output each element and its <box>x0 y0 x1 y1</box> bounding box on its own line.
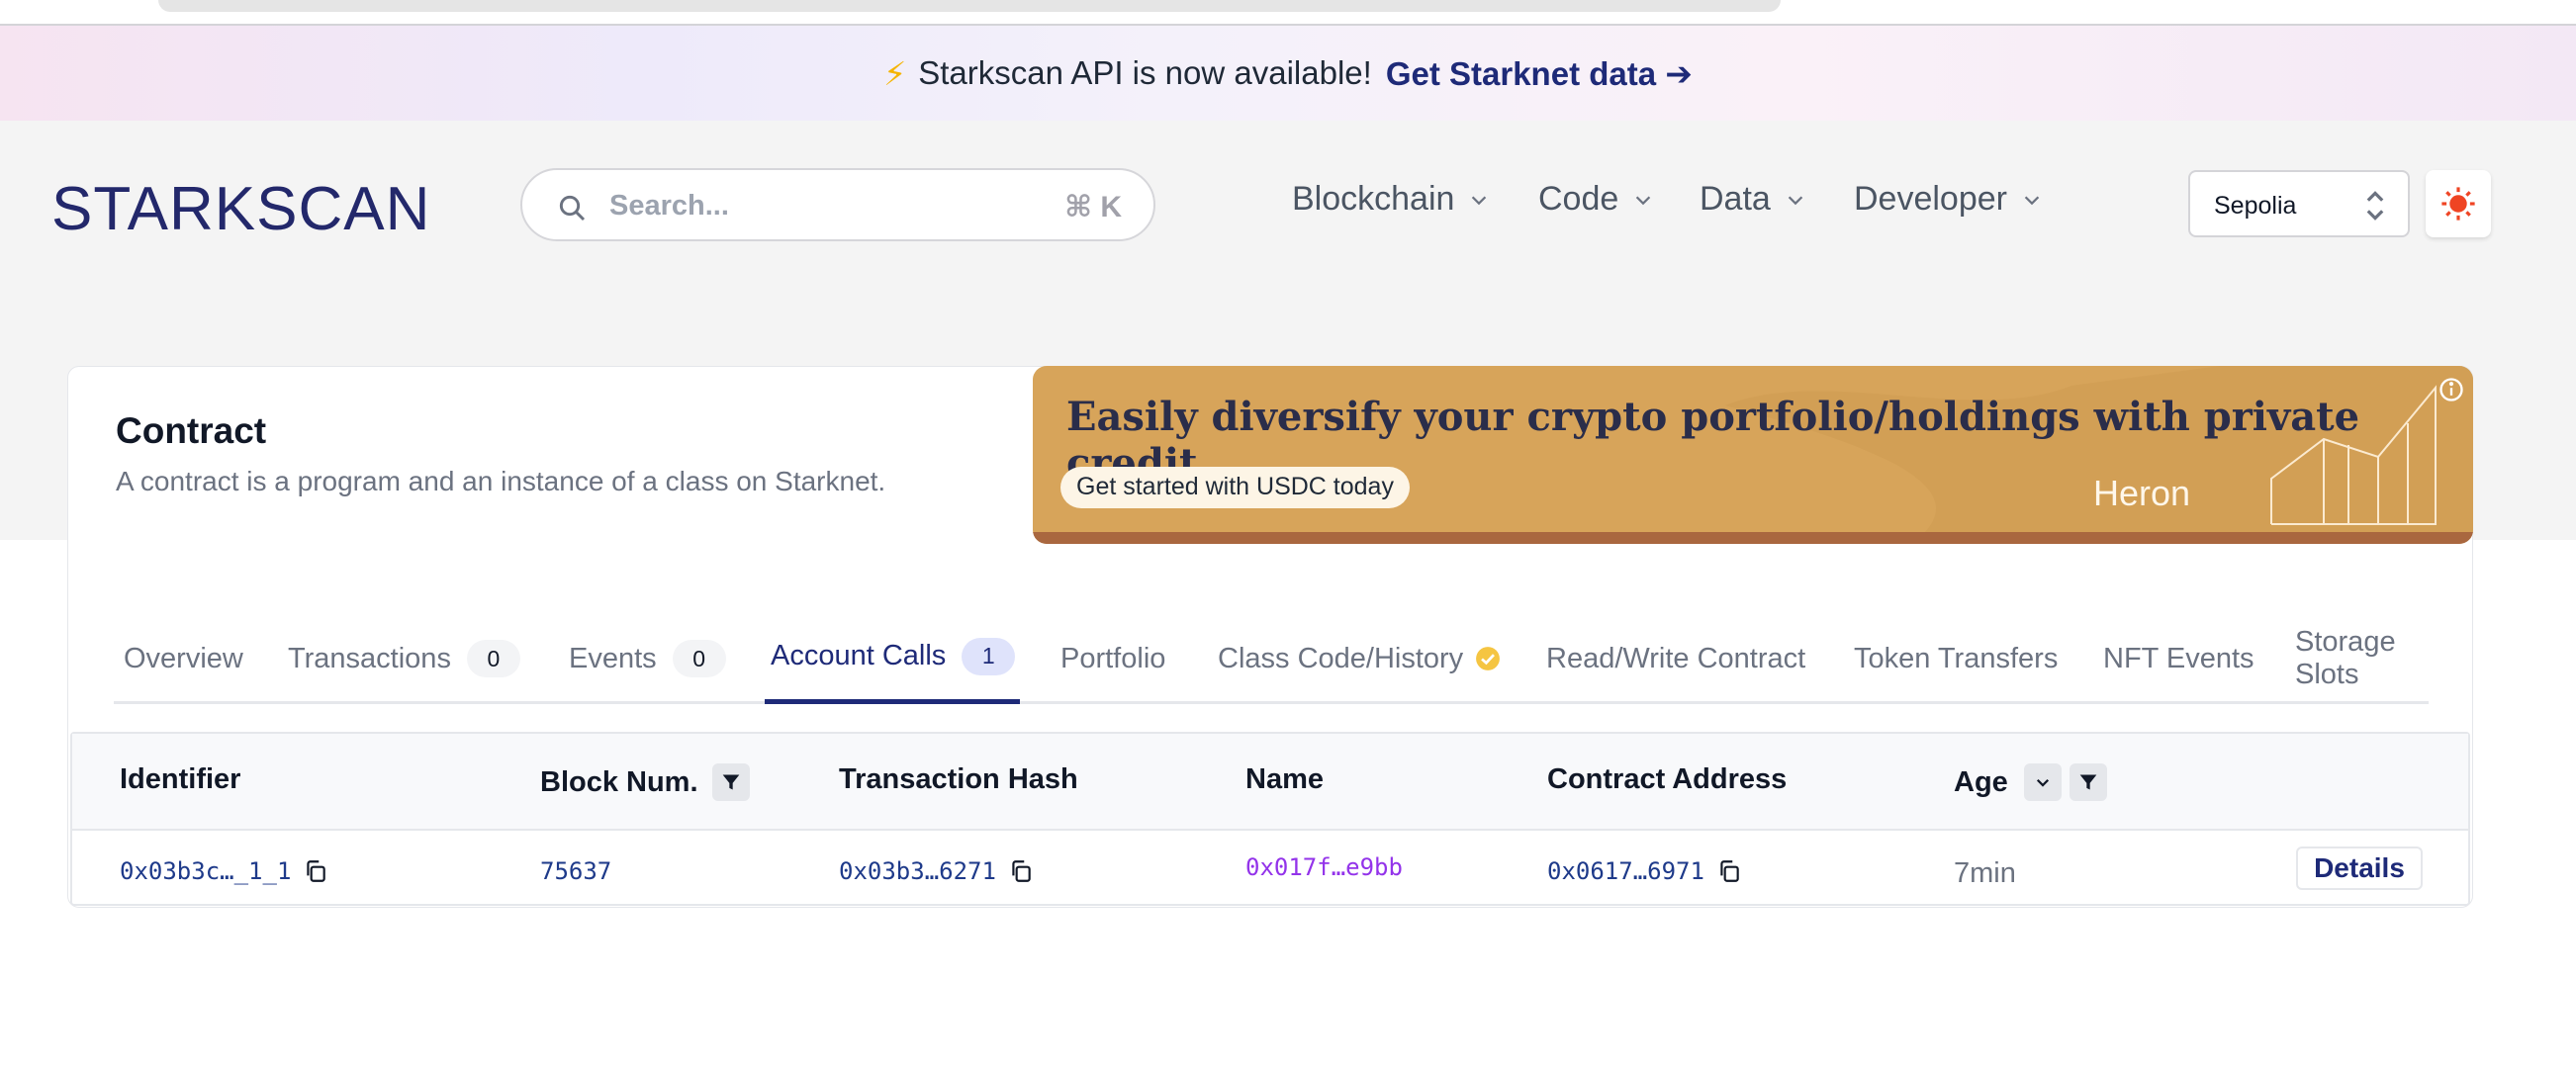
col-label: Block Num. <box>540 765 698 798</box>
copy-icon[interactable] <box>303 858 328 884</box>
tab-count-badge: 0 <box>466 640 520 677</box>
select-arrows-icon <box>2366 191 2384 221</box>
copy-icon[interactable] <box>1716 858 1742 884</box>
col-contract-address: Contract Address <box>1547 763 1787 796</box>
nav-data[interactable]: Data <box>1700 180 1806 219</box>
filter-icon <box>722 774 739 790</box>
announcement-text: Starkscan API is now available! <box>918 54 1372 91</box>
tab-label: Portfolio <box>1060 642 1166 674</box>
chevron-down-icon <box>2024 195 2040 205</box>
ad-brand: Heron <box>2093 473 2191 513</box>
page-title: Contract <box>116 410 267 451</box>
growth-chart-icon <box>2270 385 2437 525</box>
nav-code[interactable]: Code <box>1538 180 1654 219</box>
col-block-num: Block Num. <box>540 763 750 801</box>
col-label: Contract Address <box>1547 763 1788 795</box>
age-filter-button[interactable] <box>2069 763 2107 801</box>
search-shortcut: ⌘ K <box>1064 191 1122 223</box>
tab-label: Read/Write Contract <box>1546 642 1806 674</box>
nav-developer-label: Developer <box>1854 180 2007 218</box>
col-label: Identifier <box>120 763 241 795</box>
tab-portfolio[interactable]: Portfolio <box>1060 613 1165 704</box>
col-transaction-hash: Transaction Hash <box>839 763 1078 796</box>
age-value: 7min <box>1954 857 2016 889</box>
tab-label: Account Calls <box>771 640 947 671</box>
chevron-down-icon <box>2036 778 2049 787</box>
chevron-down-icon <box>1788 195 1803 205</box>
ad-cta-button[interactable]: Get started with USDC today <box>1060 467 1410 508</box>
tab-label: Transactions <box>288 642 451 674</box>
name-link[interactable]: 0x017f…e9bb <box>1245 853 1403 881</box>
announcement-banner: ⚡ Starkscan API is now available! Get St… <box>0 26 2576 121</box>
contract-address-link[interactable]: 0x0617…6971 <box>1547 857 1704 885</box>
ad-banner[interactable]: Easily diversify your crypto portfolio/h… <box>1033 366 2473 544</box>
chevron-down-icon <box>1636 195 1651 205</box>
tab-label: Token Transfers <box>1854 642 2059 674</box>
col-age: Age <box>1954 763 2107 801</box>
tab-label: Class Code/History <box>1218 642 1464 674</box>
theme-toggle-button[interactable] <box>2426 170 2491 237</box>
search-input[interactable] <box>609 184 1005 227</box>
block-link[interactable]: 75637 <box>540 857 611 885</box>
announcement-link[interactable]: Get Starknet data ➔ <box>1386 54 1693 93</box>
search-icon <box>559 195 586 222</box>
tab-count-badge: 0 <box>672 640 726 677</box>
col-label: Transaction Hash <box>839 763 1078 795</box>
col-identifier: Identifier <box>120 763 240 796</box>
contract-address-cell: 0x0617…6971 <box>1547 857 1742 885</box>
col-name: Name <box>1245 763 1324 796</box>
contract-tabs: Overview Transactions 0 Events 0 Account C… <box>114 613 2429 704</box>
block-filter-button[interactable] <box>711 763 750 801</box>
tab-account-calls[interactable]: Account Calls 1 <box>765 613 1020 704</box>
col-label: Age <box>1954 765 2008 798</box>
tab-label: Events <box>569 642 657 674</box>
tab-label: Storage Slots <box>2295 626 2396 690</box>
tab-token-transfers[interactable]: Token Transfers <box>1854 613 2058 704</box>
tx-hash-cell: 0x03b3…6271 <box>839 857 1034 885</box>
tab-events[interactable]: Events 0 <box>569 613 726 704</box>
nav-blockchain-label: Blockchain <box>1292 180 1455 218</box>
table-header: Identifier Block Num. Transaction Hash N… <box>72 734 2468 831</box>
search-box[interactable]: ⌘ K <box>520 168 1155 241</box>
tab-transactions[interactable]: Transactions 0 <box>288 613 520 704</box>
info-icon[interactable] <box>2438 376 2465 403</box>
age-cell: 7min <box>1954 857 2016 890</box>
tab-storage-slots[interactable]: Storage Slots <box>2295 613 2429 704</box>
tab-count-badge: 1 <box>962 637 1016 675</box>
lightning-icon: ⚡ <box>883 54 907 92</box>
nav-blockchain[interactable]: Blockchain <box>1292 180 1490 219</box>
col-label: Name <box>1245 763 1324 795</box>
identifier-link[interactable]: 0x03b3c…_1_1 <box>120 857 291 885</box>
age-sort-button[interactable] <box>2023 763 2062 801</box>
browser-scrollbar <box>158 0 1781 12</box>
tab-overview[interactable]: Overview <box>124 613 243 704</box>
filter-icon <box>2079 774 2097 790</box>
network-select[interactable]: Sepolia <box>2188 170 2410 237</box>
block-cell: 75637 <box>540 857 611 885</box>
tab-label: Overview <box>124 642 243 674</box>
sun-icon <box>2441 187 2475 221</box>
starkscan-logo[interactable]: STARKSCAN <box>51 174 430 244</box>
details-button[interactable]: Details <box>2296 847 2423 890</box>
chevron-down-icon <box>1472 195 1487 205</box>
tab-label: NFT Events <box>2103 642 2254 674</box>
page-subtitle: A contract is a program and an instance … <box>116 466 886 496</box>
account-calls-table: Identifier Block Num. Transaction Hash N… <box>70 732 2470 906</box>
tab-read-write-contract[interactable]: Read/Write Contract <box>1546 613 1805 704</box>
nav-developer[interactable]: Developer <box>1854 180 2043 219</box>
nav-code-label: Code <box>1538 180 1619 218</box>
nav-data-label: Data <box>1700 180 1771 218</box>
identifier-cell: 0x03b3c…_1_1 <box>120 857 328 885</box>
network-value: Sepolia <box>2214 192 2297 220</box>
browser-top-strip <box>0 0 2576 26</box>
copy-icon[interactable] <box>1008 858 1034 884</box>
tab-nft-events[interactable]: NFT Events <box>2103 613 2254 704</box>
name-cell: 0x017f…e9bb <box>1245 853 1403 881</box>
verified-check-icon <box>1476 647 1501 670</box>
tab-class-code-history[interactable]: Class Code/History <box>1218 613 1501 704</box>
tx-hash-link[interactable]: 0x03b3…6271 <box>839 857 996 885</box>
ad-bottom-border <box>1033 532 2473 544</box>
